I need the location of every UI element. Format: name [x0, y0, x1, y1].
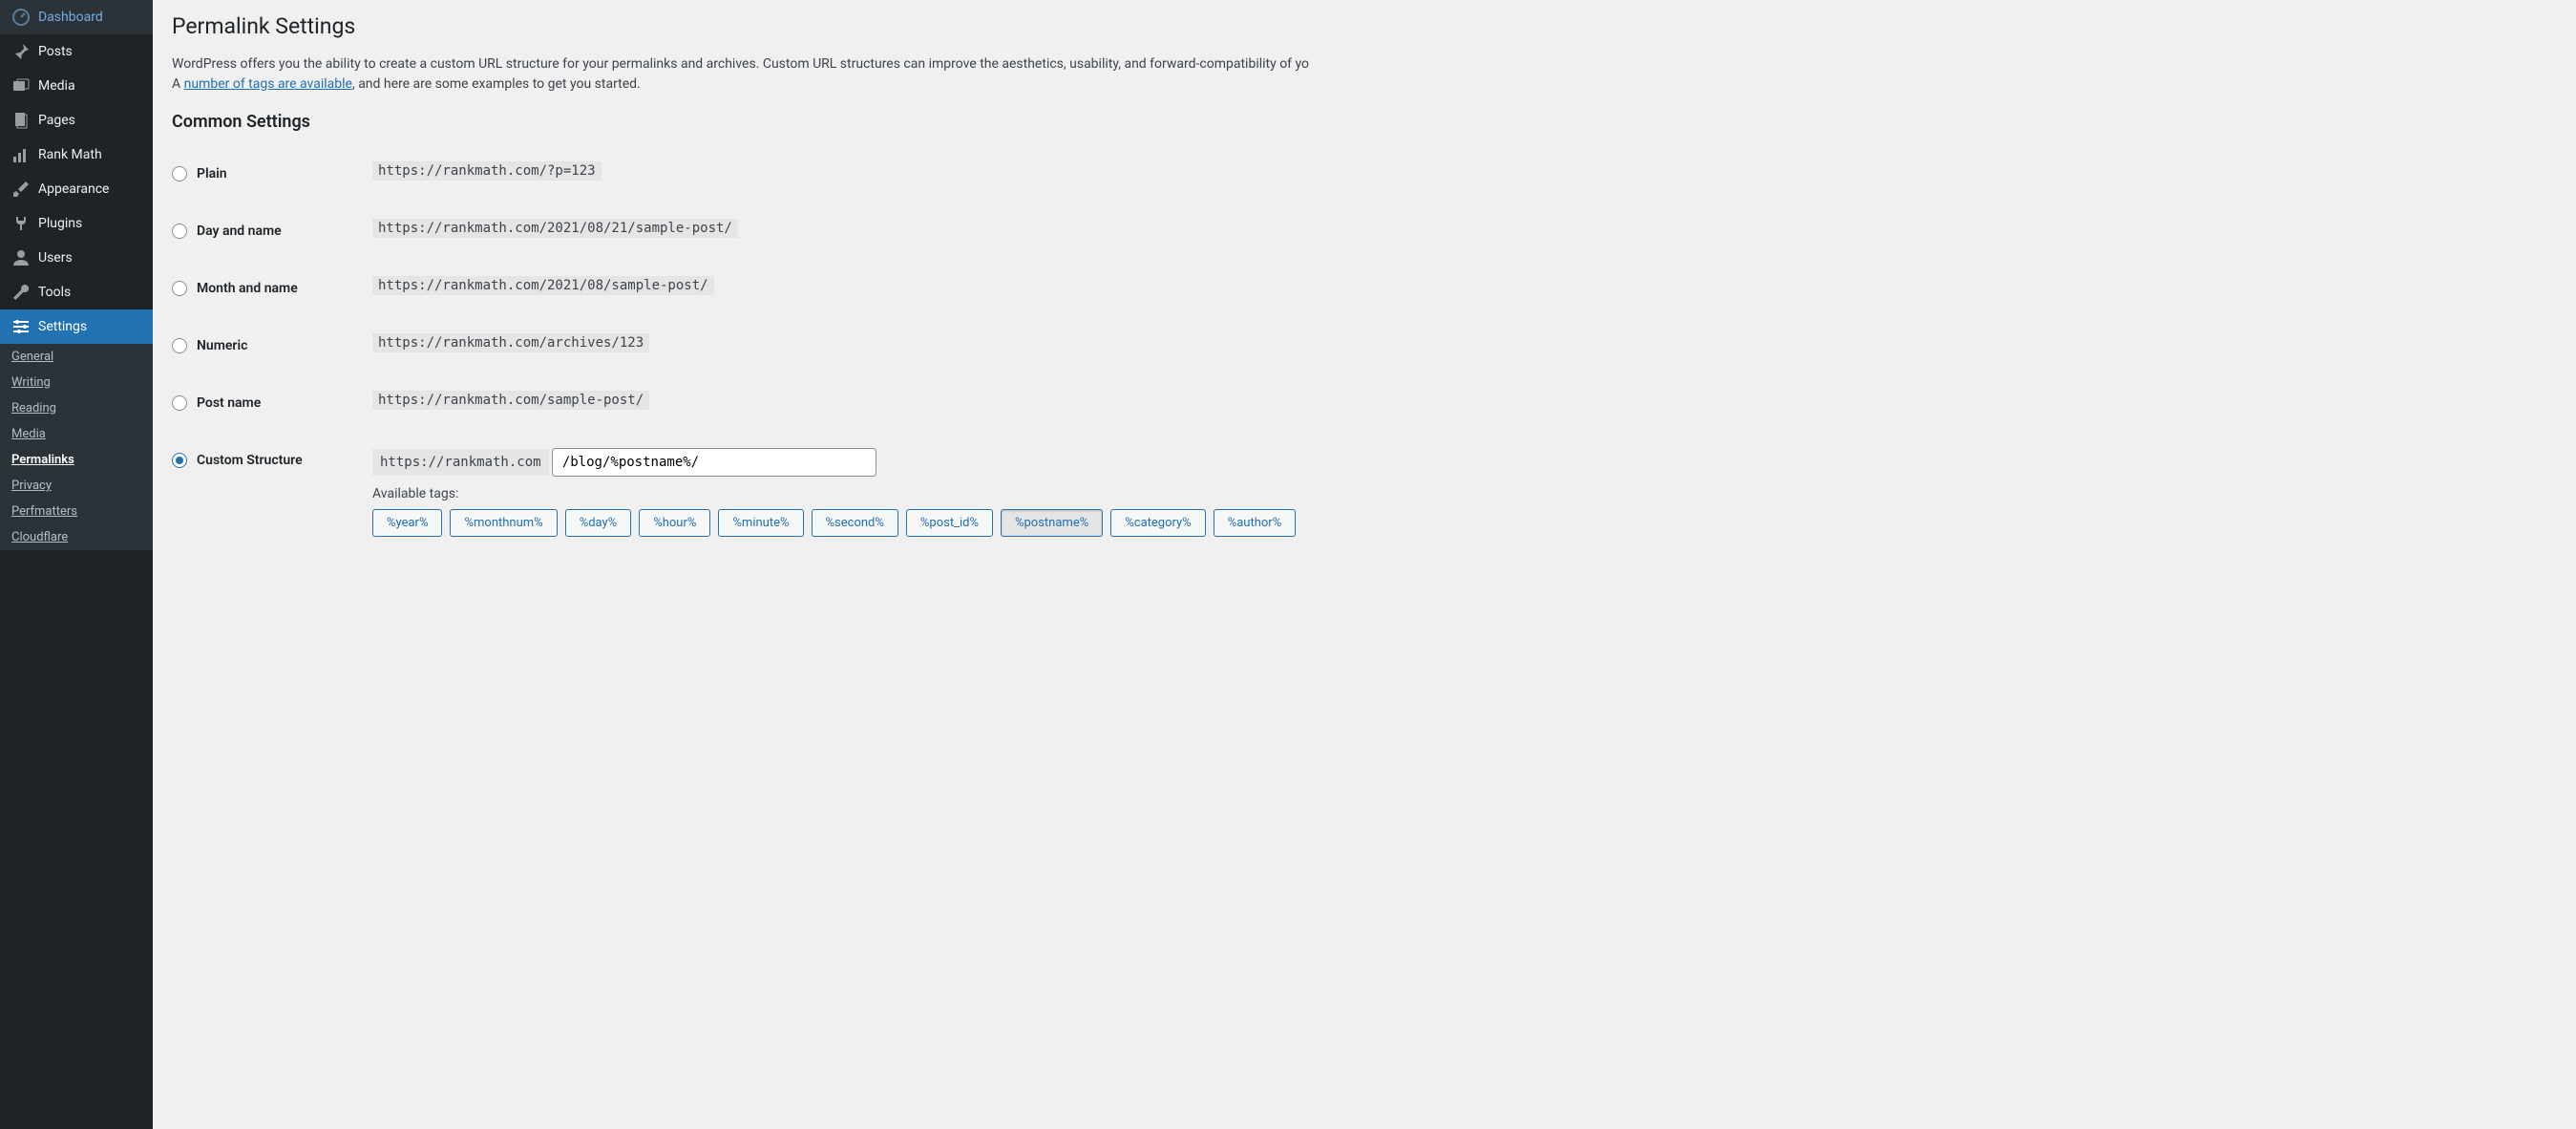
- sidebar-item-label: Settings: [38, 319, 87, 334]
- sidebar-item-label: Tools: [38, 285, 71, 300]
- radio-numeric[interactable]: Numeric: [172, 338, 247, 353]
- tag-hour[interactable]: %hour%: [639, 509, 710, 537]
- radio-custom-label: Custom Structure: [197, 453, 303, 468]
- tag-postname[interactable]: %postname%: [1001, 509, 1103, 537]
- sidebar-submenu: General Writing Reading Media Permalinks…: [0, 344, 153, 550]
- sliders-icon: [11, 317, 31, 336]
- code-day: https://rankmath.com/2021/08/21/sample-p…: [372, 219, 738, 238]
- page-description: WordPress offers you the ability to crea…: [172, 54, 2557, 95]
- sidebar-sub-general[interactable]: General: [0, 344, 153, 370]
- code-plain: https://rankmath.com/?p=123: [372, 161, 602, 181]
- radio-custom[interactable]: Custom Structure: [172, 453, 303, 468]
- sidebar-item-label: Dashboard: [38, 10, 103, 25]
- sidebar-item-label: Media: [38, 78, 75, 94]
- radio-postname-input[interactable]: [172, 395, 187, 411]
- tag-monthnum[interactable]: %monthnum%: [450, 509, 557, 537]
- radio-month-label: Month and name: [197, 281, 298, 296]
- dashboard-icon: [11, 8, 31, 27]
- radio-numeric-input[interactable]: [172, 338, 187, 353]
- tag-category[interactable]: %category%: [1110, 509, 1205, 537]
- sidebar-item-plugins[interactable]: Plugins: [0, 206, 153, 241]
- code-month: https://rankmath.com/2021/08/sample-post…: [372, 276, 714, 295]
- radio-plain-label: Plain: [197, 166, 227, 181]
- sidebar-item-settings[interactable]: Settings: [0, 309, 153, 344]
- sidebar-sub-cloudflare[interactable]: Cloudflare: [0, 524, 153, 550]
- user-icon: [11, 248, 31, 267]
- radio-day-input[interactable]: [172, 224, 187, 239]
- sidebar-item-tools[interactable]: Tools: [0, 275, 153, 309]
- tags-row: %year% %monthnum% %day% %hour% %minute% …: [372, 509, 2547, 537]
- tag-second[interactable]: %second%: [812, 509, 898, 537]
- permalink-form: Plain https://rankmath.com/?p=123 Day an…: [172, 147, 2557, 551]
- tag-year[interactable]: %year%: [372, 509, 442, 537]
- pages-icon: [11, 111, 31, 130]
- tag-post-id[interactable]: %post_id%: [906, 509, 993, 537]
- radio-postname[interactable]: Post name: [172, 395, 261, 411]
- radio-month-input[interactable]: [172, 281, 187, 296]
- sidebar-item-label: Posts: [38, 44, 73, 59]
- brush-icon: [11, 180, 31, 199]
- custom-structure-input[interactable]: [552, 448, 876, 477]
- sidebar-item-label: Users: [38, 250, 73, 266]
- sidebar-sub-perfmatters[interactable]: Perfmatters: [0, 499, 153, 524]
- sidebar-sub-permalinks[interactable]: Permalinks: [0, 447, 153, 473]
- radio-month[interactable]: Month and name: [172, 281, 298, 296]
- common-settings-heading: Common Settings: [172, 112, 2557, 132]
- radio-plain[interactable]: Plain: [172, 166, 227, 181]
- tag-day[interactable]: %day%: [565, 509, 632, 537]
- sidebar-sub-reading[interactable]: Reading: [0, 395, 153, 421]
- sidebar-sub-writing[interactable]: Writing: [0, 370, 153, 395]
- radio-custom-input[interactable]: [172, 453, 187, 468]
- sidebar-item-label: Appearance: [38, 181, 109, 197]
- available-tags-label: Available tags:: [372, 486, 2547, 501]
- sidebar-item-posts[interactable]: Posts: [0, 34, 153, 69]
- sidebar-item-pages[interactable]: Pages: [0, 103, 153, 138]
- sidebar-item-users[interactable]: Users: [0, 241, 153, 275]
- sidebar-item-media[interactable]: Media: [0, 69, 153, 103]
- wrench-icon: [11, 283, 31, 302]
- sidebar-item-label: Rank Math: [38, 147, 102, 162]
- sidebar-item-rankmath[interactable]: Rank Math: [0, 138, 153, 172]
- code-postname: https://rankmath.com/sample-post/: [372, 391, 649, 410]
- custom-prefix: https://rankmath.com: [372, 449, 549, 476]
- sidebar-item-label: Pages: [38, 113, 75, 128]
- admin-sidebar: Dashboard Posts Media Pages Rank Math Ap…: [0, 0, 153, 1129]
- tags-doc-link[interactable]: number of tags are available: [184, 76, 352, 92]
- radio-postname-label: Post name: [197, 395, 261, 411]
- plug-icon: [11, 214, 31, 233]
- radio-day-label: Day and name: [197, 224, 282, 239]
- code-numeric: https://rankmath.com/archives/123: [372, 333, 649, 352]
- sidebar-item-dashboard[interactable]: Dashboard: [0, 0, 153, 34]
- sidebar-item-appearance[interactable]: Appearance: [0, 172, 153, 206]
- radio-numeric-label: Numeric: [197, 338, 247, 353]
- main-content: Permalink Settings WordPress offers you …: [153, 0, 2576, 1129]
- radio-day[interactable]: Day and name: [172, 224, 282, 239]
- sidebar-sub-media[interactable]: Media: [0, 421, 153, 447]
- page-title: Permalink Settings: [172, 13, 2557, 39]
- tag-author[interactable]: %author%: [1214, 509, 1297, 537]
- chart-icon: [11, 145, 31, 164]
- media-icon: [11, 76, 31, 96]
- tag-minute[interactable]: %minute%: [718, 509, 803, 537]
- sidebar-sub-privacy[interactable]: Privacy: [0, 473, 153, 499]
- pin-icon: [11, 42, 31, 61]
- radio-plain-input[interactable]: [172, 166, 187, 181]
- sidebar-item-label: Plugins: [38, 216, 82, 231]
